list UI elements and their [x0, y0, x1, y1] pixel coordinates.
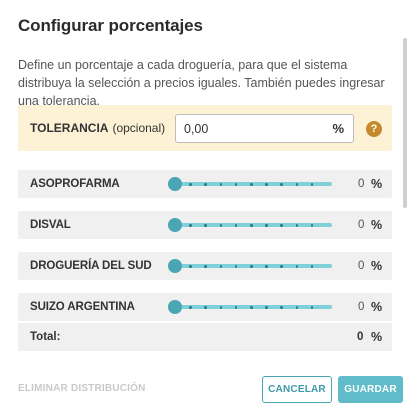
percentage-slider[interactable] — [168, 218, 332, 232]
question-mark-circle-icon[interactable]: ? — [366, 121, 382, 137]
slider-tick — [295, 224, 299, 227]
slider-tick — [234, 265, 238, 268]
slider-tick — [250, 224, 253, 227]
tolerance-row: TOLERANCIA (opcional) 0,00 % ? — [18, 105, 392, 151]
tolerance-optional-text: (opcional) — [112, 121, 166, 135]
dialog-title: Configurar porcentajes — [18, 16, 203, 35]
slider-track[interactable] — [175, 182, 332, 186]
slider-tick — [295, 306, 299, 309]
save-button[interactable]: GUARDAR — [338, 376, 403, 403]
slider-tick — [295, 265, 299, 268]
slider-tick — [219, 183, 223, 186]
distributor-percentage-value: 0 — [358, 178, 365, 190]
slider-tick — [280, 306, 283, 309]
slider-tick — [204, 265, 207, 268]
distributor-row-asoprofarma: ASOPROFARMA 0 % — [18, 170, 392, 198]
slider-tick — [310, 265, 314, 268]
percentage-slider[interactable] — [168, 177, 332, 191]
percent-sign: % — [371, 218, 383, 232]
slider-tick — [265, 183, 268, 186]
slider-tick — [204, 183, 207, 186]
slider-tick — [280, 265, 283, 268]
dialog-description: Define un porcentaje a cada droguería, p… — [18, 58, 385, 108]
distributor-percentage-value: 0 — [358, 301, 365, 313]
distributor-row-disval: DISVAL 0 % — [18, 211, 392, 239]
slider-tick — [234, 224, 238, 227]
slider-thumb[interactable] — [168, 300, 182, 314]
tolerance-label-text: TOLERANCIA — [30, 121, 109, 135]
slider-tick — [189, 183, 192, 186]
configure-percentages-dialog: Configurar porcentajes Define un porcent… — [0, 0, 409, 411]
distributor-name: DISVAL — [30, 219, 71, 231]
total-row: Total: 0 % — [18, 323, 392, 351]
percentage-slider[interactable] — [168, 300, 332, 314]
tolerance-label: TOLERANCIA (opcional) — [30, 121, 165, 135]
slider-tick — [219, 306, 223, 309]
distributor-name: DROGUERÍA DEL SUD — [30, 260, 152, 272]
percent-sign: % — [371, 177, 383, 191]
slider-tick — [265, 224, 268, 227]
slider-tick — [295, 183, 299, 186]
slider-tick — [204, 306, 207, 309]
slider-tick — [265, 306, 268, 309]
total-percent-sign: % — [371, 330, 383, 344]
clear-distribution-button[interactable]: ELIMINAR DISTRIBUCIÓN — [18, 383, 146, 394]
slider-tick — [250, 183, 253, 186]
slider-tick — [204, 224, 207, 227]
tolerance-percent-sign: % — [332, 121, 344, 136]
slider-tick — [219, 224, 223, 227]
slider-thumb[interactable] — [168, 218, 182, 232]
slider-track[interactable] — [175, 264, 332, 268]
slider-tick — [234, 306, 238, 309]
slider-tick — [250, 265, 253, 268]
slider-thumb[interactable] — [168, 177, 182, 191]
total-value: 0 — [357, 331, 364, 343]
distributor-name: ASOPROFARMA — [30, 178, 120, 190]
slider-tick — [280, 224, 283, 227]
tolerance-input[interactable]: 0,00 % — [175, 114, 354, 143]
slider-tick — [219, 265, 223, 268]
slider-thumb[interactable] — [168, 259, 182, 273]
slider-tick — [310, 306, 314, 309]
distributor-row-suizo-argentina: SUIZO ARGENTINA 0 % — [18, 293, 392, 321]
distributor-row-drogueria-del-sud: DROGUERÍA DEL SUD 0 % — [18, 252, 392, 280]
tolerance-value[interactable]: 0,00 — [184, 122, 208, 136]
distributor-percentage-value: 0 — [358, 260, 365, 272]
slider-track[interactable] — [175, 305, 332, 309]
distributor-percentage-value: 0 — [358, 219, 365, 231]
distributor-name: SUIZO ARGENTINA — [30, 301, 135, 313]
slider-tick — [189, 224, 192, 227]
slider-tick — [234, 183, 238, 186]
total-label: Total: — [30, 331, 61, 343]
percent-sign: % — [371, 300, 383, 314]
cancel-button[interactable]: CANCELAR — [262, 376, 332, 403]
slider-tick — [265, 265, 268, 268]
percentage-slider[interactable] — [168, 259, 332, 273]
slider-tick — [310, 183, 314, 186]
slider-tick — [189, 265, 192, 268]
percent-sign: % — [371, 259, 383, 273]
slider-tick — [189, 306, 192, 309]
slider-tick — [280, 183, 283, 186]
slider-tick — [310, 224, 314, 227]
slider-track[interactable] — [175, 223, 332, 227]
slider-tick — [250, 306, 253, 309]
dialog-scrollbar[interactable] — [403, 38, 407, 208]
